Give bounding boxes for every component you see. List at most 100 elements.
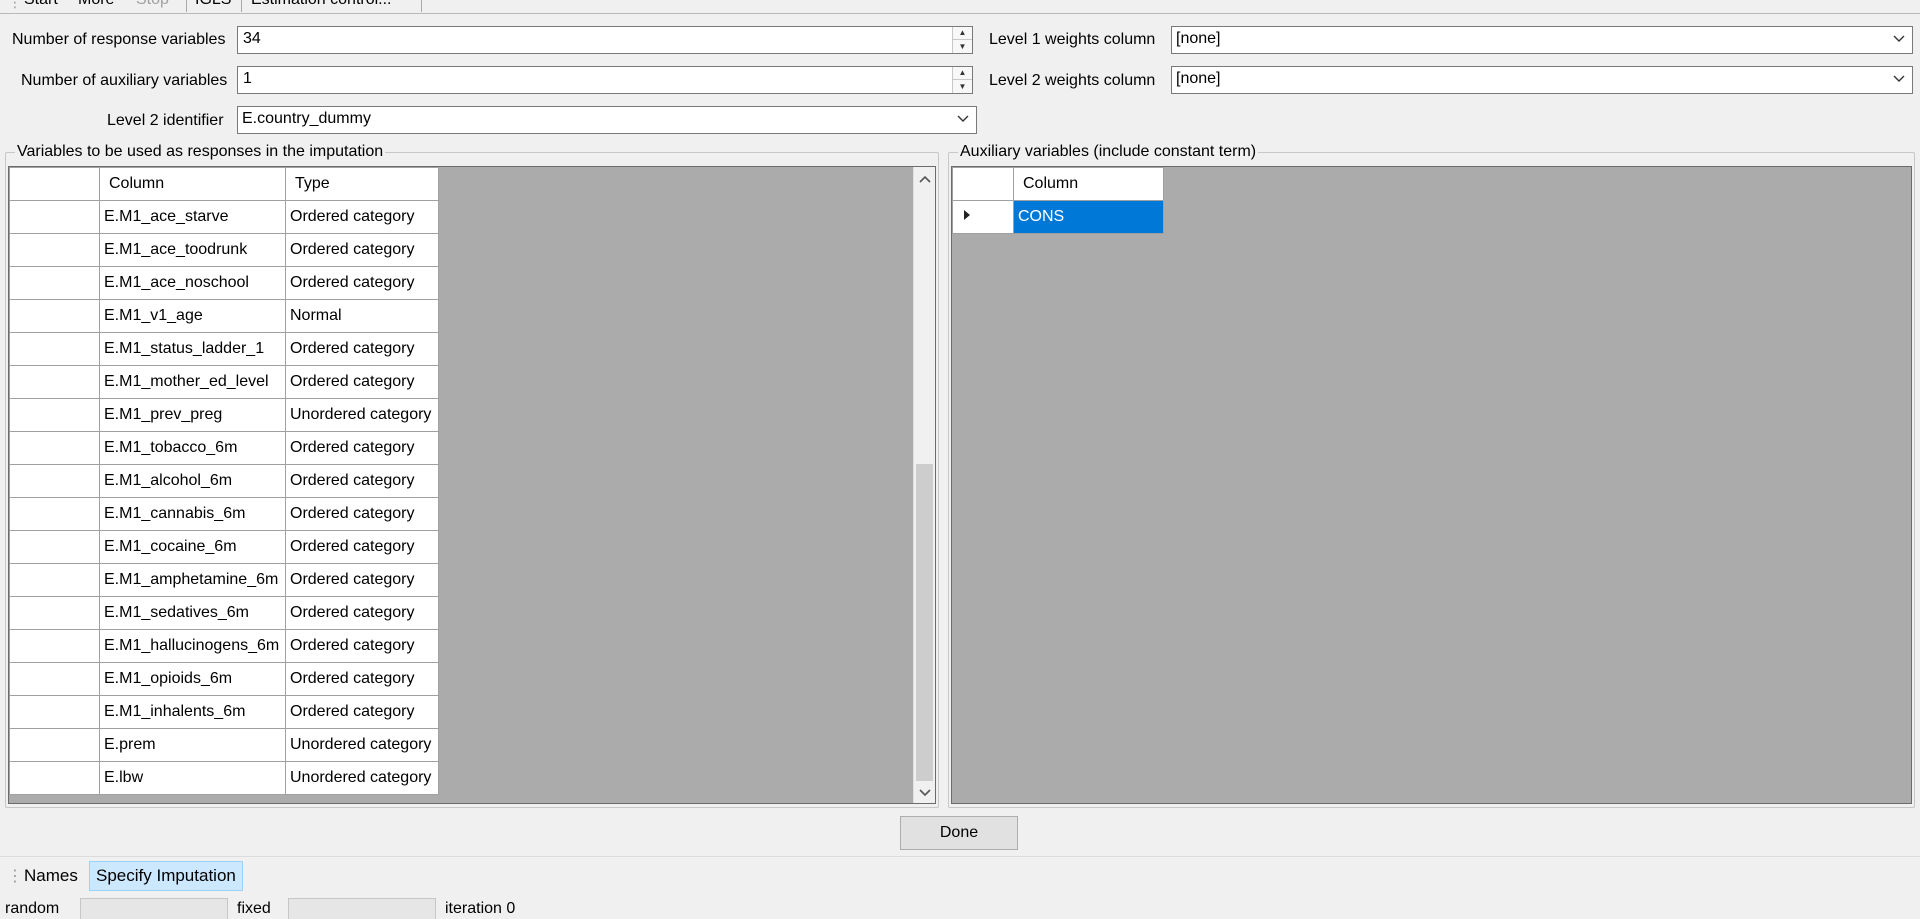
row-header[interactable] (9, 629, 100, 663)
cell-type[interactable]: Ordered category (285, 497, 439, 531)
cell-column[interactable]: E.M1_opioids_6m (99, 662, 286, 696)
row-header[interactable] (9, 761, 100, 795)
table-row[interactable]: E.M1_alcohol_6m Ordered category (9, 464, 439, 498)
cell-type[interactable]: Ordered category (285, 662, 439, 696)
table-row[interactable]: E.lbw Unordered category (9, 761, 439, 795)
level2-id-value[interactable]: E.country_dummy (242, 110, 371, 128)
table-row[interactable]: E.M1_amphetamine_6m Ordered category (9, 563, 439, 597)
level2-weights-value[interactable]: [none] (1176, 70, 1220, 88)
num-response-spinner[interactable]: 34 ▲ ▼ (237, 26, 973, 54)
row-header[interactable] (9, 233, 100, 267)
row-header[interactable] (9, 266, 100, 300)
row-header[interactable] (952, 200, 1014, 234)
igls-button[interactable]: IGLS (195, 0, 231, 9)
cell-column[interactable]: E.M1_prev_preg (99, 398, 286, 432)
row-header[interactable] (9, 695, 100, 729)
spin-up-icon[interactable]: ▲ (953, 27, 972, 40)
num-response-value[interactable]: 34 (243, 30, 261, 48)
cell-type[interactable]: Ordered category (285, 266, 439, 300)
cell-type[interactable]: Unordered category (285, 728, 439, 762)
row-header[interactable] (9, 728, 100, 762)
cell-type[interactable]: Ordered category (285, 596, 439, 630)
cell-type[interactable]: Ordered category (285, 464, 439, 498)
table-row[interactable]: E.M1_v1_age Normal (9, 299, 439, 333)
level1-weights-value[interactable]: [none] (1176, 30, 1220, 48)
cell-type[interactable]: Ordered category (285, 431, 439, 465)
spin-up-icon[interactable]: ▲ (953, 67, 972, 80)
row-header[interactable] (9, 464, 100, 498)
cell-type[interactable]: Ordered category (285, 629, 439, 663)
estimation-control-button[interactable]: Estimation control... (251, 0, 392, 9)
table-row[interactable]: E.M1_hallucinogens_6m Ordered category (9, 629, 439, 663)
cell-column[interactable]: E.M1_v1_age (99, 299, 286, 333)
num-aux-spinner[interactable]: 1 ▲ ▼ (237, 66, 973, 94)
done-button[interactable]: Done (900, 816, 1018, 850)
scroll-thumb[interactable] (916, 464, 933, 781)
row-header[interactable] (9, 431, 100, 465)
cell-column[interactable]: CONS (1013, 200, 1164, 234)
responses-table[interactable]: Column Type E.M1_ace_starve Ordered categ… (9, 167, 439, 795)
table-row[interactable]: E.M1_opioids_6m Ordered category (9, 662, 439, 696)
table-row[interactable]: E.M1_cannabis_6m Ordered category (9, 497, 439, 531)
cell-column[interactable]: E.M1_inhalents_6m (99, 695, 286, 729)
scroll-down-icon[interactable] (914, 783, 935, 803)
table-row[interactable]: E.M1_ace_starve Ordered category (9, 200, 439, 234)
spin-down-icon[interactable]: ▼ (953, 80, 972, 93)
spin-down-icon[interactable]: ▼ (953, 40, 972, 53)
cell-type[interactable]: Ordered category (285, 200, 439, 234)
table-row[interactable]: E.M1_mother_ed_level Ordered category (9, 365, 439, 399)
cell-type[interactable]: Ordered category (285, 695, 439, 729)
stop-button[interactable]: Stop (136, 0, 169, 9)
start-button[interactable]: Start (24, 0, 58, 9)
cell-type[interactable]: Ordered category (285, 530, 439, 564)
row-header[interactable] (9, 497, 100, 531)
cell-type[interactable]: Unordered category (285, 761, 439, 795)
cell-column[interactable]: E.M1_ace_noschool (99, 266, 286, 300)
table-row[interactable]: CONS (952, 200, 1164, 234)
cell-column[interactable]: E.M1_cocaine_6m (99, 530, 286, 564)
table-row[interactable]: E.M1_tobacco_6m Ordered category (9, 431, 439, 465)
column-header-type[interactable]: Type (285, 167, 439, 201)
cell-column[interactable]: E.M1_mother_ed_level (99, 365, 286, 399)
level2-weights-dropdown[interactable]: [none] (1171, 66, 1913, 94)
cell-column[interactable]: E.M1_hallucinogens_6m (99, 629, 286, 663)
cell-column[interactable]: E.M1_ace_starve (99, 200, 286, 234)
chevron-down-icon[interactable] (956, 112, 970, 126)
cell-type[interactable]: Ordered category (285, 563, 439, 597)
chevron-down-icon[interactable] (1892, 72, 1906, 86)
chevron-down-icon[interactable] (1892, 32, 1906, 46)
table-row[interactable]: E.M1_status_ladder_1 Ordered category (9, 332, 439, 366)
cell-type[interactable]: Ordered category (285, 332, 439, 366)
cell-column[interactable]: E.lbw (99, 761, 286, 795)
scroll-up-icon[interactable] (914, 169, 935, 189)
tab-specify-imputation[interactable]: Specify Imputation (89, 861, 243, 891)
cell-type[interactable]: Ordered category (285, 365, 439, 399)
auxiliary-table[interactable]: Column CONS (952, 167, 1164, 234)
cell-column[interactable]: E.M1_amphetamine_6m (99, 563, 286, 597)
tab-names[interactable]: Names (18, 861, 84, 891)
column-header-column[interactable]: Column (99, 167, 286, 201)
table-row[interactable]: E.M1_ace_noschool Ordered category (9, 266, 439, 300)
table-row[interactable]: E.prem Unordered category (9, 728, 439, 762)
cell-column[interactable]: E.prem (99, 728, 286, 762)
row-header[interactable] (9, 332, 100, 366)
cell-type[interactable]: Normal (285, 299, 439, 333)
row-header[interactable] (9, 200, 100, 234)
table-row[interactable]: E.M1_cocaine_6m Ordered category (9, 530, 439, 564)
column-header-column[interactable]: Column (1013, 167, 1164, 201)
row-header[interactable] (9, 596, 100, 630)
row-header[interactable] (9, 563, 100, 597)
num-aux-value[interactable]: 1 (243, 70, 252, 88)
cell-type[interactable]: Unordered category (285, 398, 439, 432)
table-row[interactable]: E.M1_inhalents_6m Ordered category (9, 695, 439, 729)
row-header[interactable] (9, 662, 100, 696)
table-row[interactable]: E.M1_ace_toodrunk Ordered category (9, 233, 439, 267)
responses-vertical-scrollbar[interactable] (913, 167, 935, 803)
row-header[interactable] (9, 365, 100, 399)
cell-column[interactable]: E.M1_ace_toodrunk (99, 233, 286, 267)
cell-column[interactable]: E.M1_tobacco_6m (99, 431, 286, 465)
cell-column[interactable]: E.M1_sedatives_6m (99, 596, 286, 630)
table-row[interactable]: E.M1_prev_preg Unordered category (9, 398, 439, 432)
row-header[interactable] (9, 530, 100, 564)
table-row[interactable]: E.M1_sedatives_6m Ordered category (9, 596, 439, 630)
